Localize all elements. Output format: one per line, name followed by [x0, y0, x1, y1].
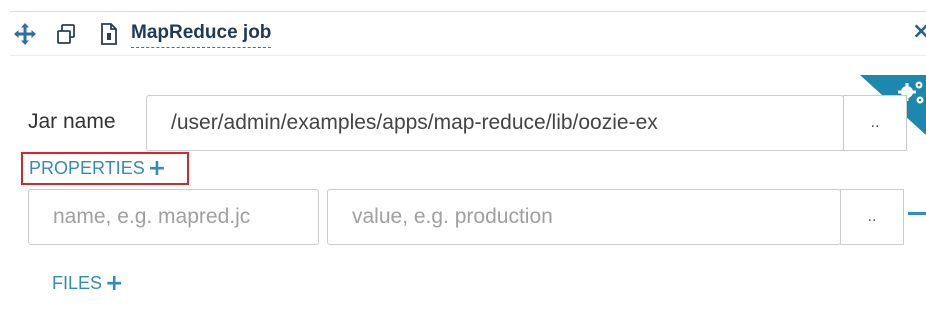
top-divider [10, 11, 926, 12]
move-icon[interactable] [14, 23, 36, 45]
properties-label: PROPERTIES [29, 158, 145, 178]
close-icon[interactable]: × [912, 20, 926, 44]
document-icon [101, 23, 117, 45]
plus-icon: + [147, 156, 167, 181]
jar-browse-button[interactable]: .. [843, 95, 907, 151]
jar-name-label: Jar name [28, 110, 116, 133]
remove-property-icon[interactable] [908, 212, 926, 215]
header-divider [10, 55, 926, 56]
files-label: FILES [52, 273, 103, 293]
copy-icon[interactable] [55, 23, 77, 45]
plus-icon: + [105, 271, 124, 296]
property-value-input[interactable] [327, 189, 841, 245]
job-title[interactable]: MapReduce job [131, 21, 272, 48]
add-file-button[interactable]: FILES + [52, 272, 123, 295]
add-property-button[interactable]: PROPERTIES + [29, 157, 166, 180]
property-name-input[interactable] [28, 189, 319, 245]
property-browse-button[interactable]: .. [840, 189, 904, 245]
jar-path-field[interactable] [146, 95, 844, 151]
